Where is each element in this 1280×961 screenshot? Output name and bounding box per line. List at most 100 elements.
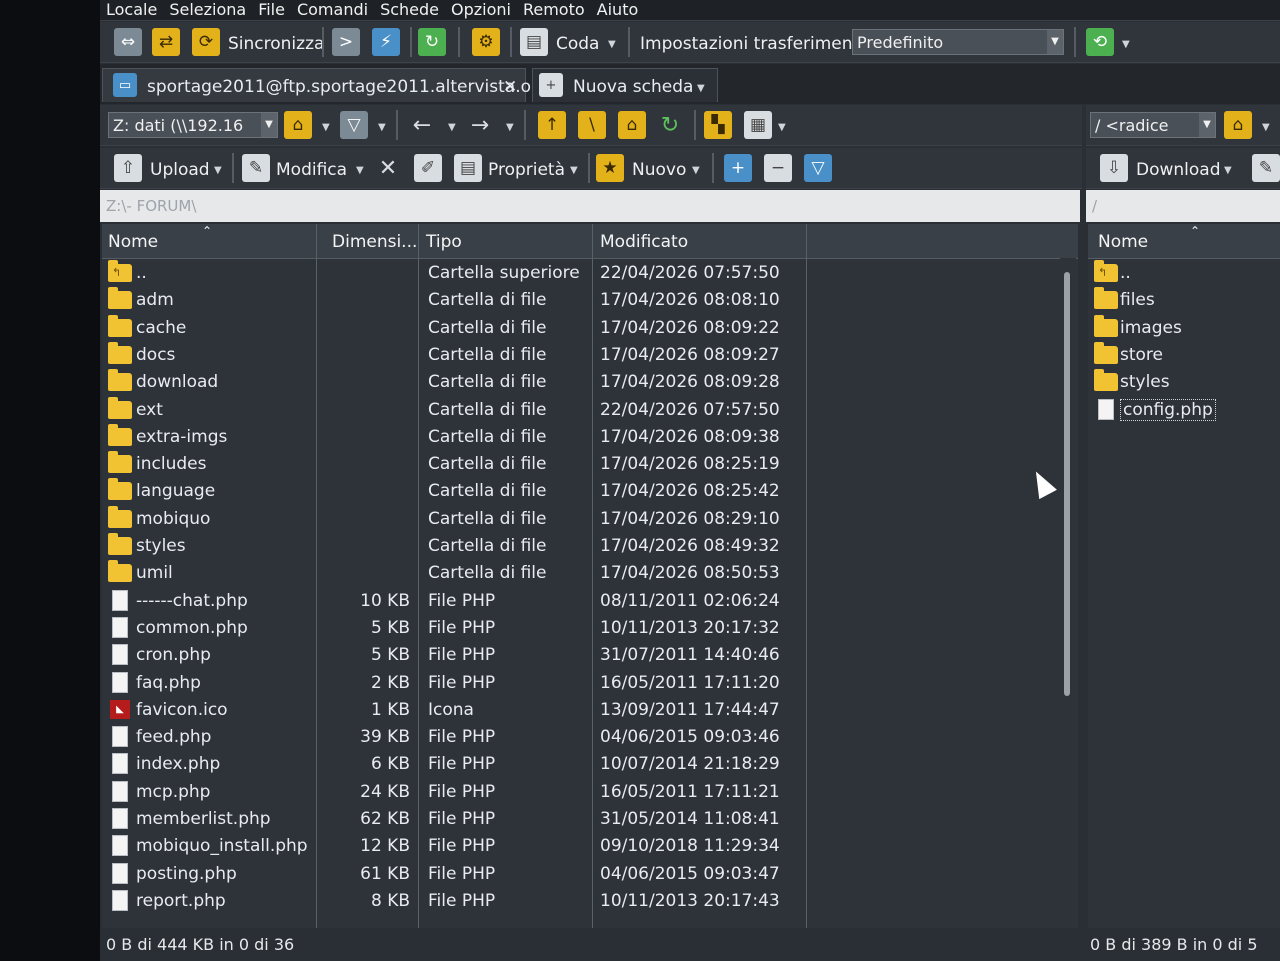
chevron-down-icon[interactable]: ▼: [1224, 165, 1232, 176]
chevron-down-icon[interactable]: ▼: [1262, 122, 1270, 133]
table-row[interactable]: styles: [1088, 369, 1268, 396]
table-row[interactable]: includes Cartella di file 17/04/2026 08:25…: [102, 451, 1062, 478]
new-button[interactable]: Nuovo: [632, 160, 686, 180]
table-row[interactable]: report.php 8 KB File PHP 10/11/2013 20:17:4…: [102, 888, 1062, 915]
edit-icon[interactable]: ✎: [242, 154, 270, 182]
menu-comandi[interactable]: Comandi: [291, 1, 374, 19]
table-row[interactable]: mobiquo Cartella di file 17/04/2026 08:29:…: [102, 505, 1062, 533]
tab-new[interactable]: + Nuova scheda ▼: [532, 68, 718, 102]
chevron-down-icon[interactable]: ▼: [608, 39, 616, 50]
menu-schede[interactable]: Schede: [374, 1, 445, 19]
chevron-down-icon[interactable]: ▼: [1122, 39, 1130, 50]
column-modified[interactable]: Modificato: [600, 232, 688, 252]
menu-file[interactable]: File: [252, 1, 291, 19]
synchronize-icon[interactable]: ⟳: [192, 28, 220, 56]
refresh-icon[interactable]: ↻: [418, 28, 446, 56]
column-divider[interactable]: [806, 224, 807, 258]
local-scrollbar-thumb[interactable]: [1064, 272, 1070, 696]
queue-icon[interactable]: ▤: [520, 28, 548, 56]
root-dir-icon[interactable]: \: [578, 111, 606, 139]
table-row[interactable]: styles Cartella di file 17/04/2026 08:49:3…: [102, 533, 1062, 560]
table-row[interactable]: extra-imgs Cartella di file 17/04/2026 08:…: [102, 423, 1062, 451]
synchronize-button[interactable]: Sincronizza: [228, 34, 324, 54]
queue-button[interactable]: Coda: [556, 34, 599, 54]
refresh-icon[interactable]: ↻: [656, 111, 684, 139]
chevron-down-icon[interactable]: ▼: [378, 122, 386, 133]
edit-button[interactable]: Modifica: [276, 160, 347, 180]
tree-icon[interactable]: ▚: [704, 111, 732, 139]
remote-path[interactable]: /: [1086, 190, 1280, 222]
rename-icon[interactable]: ✐: [414, 154, 442, 182]
chevron-down-icon[interactable]: ▼: [356, 165, 364, 176]
local-path[interactable]: Z:\- FORUM\: [100, 190, 1080, 222]
table-row[interactable]: ↰.. Cartella superiore 22/04/2026 07:57:50: [102, 260, 1062, 287]
gear-icon[interactable]: ⚙: [472, 28, 500, 56]
table-row[interactable]: feed.php 39 KB File PHP 04/06/2015 09:03:46: [102, 724, 1062, 751]
table-row[interactable]: ◣ favicon.ico 1 KB Icona 13/09/2011 17:44:47: [102, 697, 1062, 724]
edit-icon[interactable]: ✎: [1252, 154, 1280, 182]
table-row[interactable]: adm Cartella di file 17/04/2026 08:08:10: [102, 287, 1062, 314]
table-row[interactable]: mcp.php 24 KB File PHP 16/05/2011 17:11:21: [102, 779, 1062, 806]
compare-dirs-icon[interactable]: ⇔: [114, 28, 142, 56]
table-row[interactable]: cache Cartella di file 17/04/2026 08:09:22: [102, 314, 1062, 342]
parent-dir-icon[interactable]: ↑: [538, 111, 566, 139]
chevron-down-icon[interactable]: ▼: [322, 122, 330, 133]
table-row[interactable]: posting.php 61 KB File PHP 04/06/2015 09:03…: [102, 861, 1062, 888]
open-folder-icon[interactable]: ⌂: [284, 111, 312, 139]
column-divider[interactable]: [418, 224, 419, 258]
chevron-down-icon[interactable]: ▼: [570, 165, 578, 176]
chevron-down-icon[interactable]: ▼: [214, 165, 222, 176]
table-row[interactable]: common.php 5 KB File PHP 10/11/2013 20:17:3…: [102, 615, 1062, 642]
table-row[interactable]: language Cartella di file 17/04/2026 08:25…: [102, 478, 1062, 505]
transfer-preset-select[interactable]: Predefinito ▼: [852, 29, 1064, 55]
column-divider[interactable]: [592, 224, 593, 258]
chevron-down-icon[interactable]: ▼: [1047, 30, 1063, 54]
home-icon[interactable]: ⌂: [618, 111, 646, 139]
chevron-down-icon[interactable]: ▼: [506, 122, 514, 133]
chevron-down-icon[interactable]: ▼: [692, 165, 700, 176]
table-row[interactable]: ↰..: [1088, 260, 1268, 287]
delete-icon[interactable]: ✕: [374, 154, 402, 182]
open-folder-icon[interactable]: ⌂: [1224, 111, 1252, 139]
chevron-down-icon[interactable]: ▼: [697, 83, 705, 94]
menu-remoto[interactable]: Remoto: [517, 1, 591, 19]
menu-opzioni[interactable]: Opzioni: [445, 1, 517, 19]
properties-icon[interactable]: ▤: [454, 154, 482, 182]
upload-icon[interactable]: ⇧: [114, 154, 142, 182]
table-row[interactable]: files: [1088, 287, 1268, 314]
download-icon[interactable]: ⇩: [1100, 154, 1128, 182]
table-row[interactable]: config.php: [1088, 397, 1268, 424]
table-row[interactable]: cron.php 5 KB File PHP 31/07/2011 14:40:46: [102, 642, 1062, 669]
reconnect-icon[interactable]: ⟲: [1086, 28, 1114, 56]
view-list-icon[interactable]: ▦: [744, 111, 772, 139]
chevron-down-icon[interactable]: ▼: [261, 113, 277, 137]
table-row[interactable]: download Cartella di file 17/04/2026 08:09…: [102, 369, 1062, 396]
column-name[interactable]: Nome: [1098, 232, 1148, 252]
console-icon[interactable]: >: [332, 28, 360, 56]
local-scrollbar[interactable]: [1060, 258, 1076, 928]
table-row[interactable]: images: [1088, 314, 1268, 342]
upload-button[interactable]: Upload: [150, 160, 210, 180]
sync-browse-icon[interactable]: ⇄: [152, 28, 180, 56]
menu-aiuto[interactable]: Aiuto: [591, 1, 645, 19]
table-row[interactable]: mobiquo_install.php 12 KB File PHP 09/10/20…: [102, 833, 1062, 860]
column-type[interactable]: Tipo: [426, 232, 462, 252]
putty-icon[interactable]: ⚡: [372, 28, 400, 56]
download-button[interactable]: Download: [1136, 160, 1221, 180]
chevron-down-icon[interactable]: ▼: [778, 122, 786, 133]
table-row[interactable]: ------chat.php 10 KB File PHP 08/11/2011 02…: [102, 588, 1062, 615]
column-name[interactable]: Nome: [108, 232, 158, 252]
deselect-icon[interactable]: −: [764, 154, 792, 182]
table-row[interactable]: memberlist.php 62 KB File PHP 31/05/2014 11…: [102, 806, 1062, 833]
back-arrow-icon[interactable]: ←: [408, 111, 436, 139]
table-row[interactable]: index.php 6 KB File PHP 10/07/2014 21:18:29: [102, 751, 1062, 778]
forward-arrow-icon[interactable]: →: [466, 111, 494, 139]
menu-locale[interactable]: Locale: [100, 1, 163, 19]
chevron-down-icon[interactable]: ▼: [1199, 113, 1215, 137]
filter-select-icon[interactable]: ▽: [804, 154, 832, 182]
select-all-icon[interactable]: +: [724, 154, 752, 182]
local-drive-select[interactable]: Z: dati (\\192.1​6 ▼: [108, 112, 278, 138]
table-row[interactable]: faq.php 2 KB File PHP 16/05/2011 17:11:20: [102, 670, 1062, 697]
chevron-down-icon[interactable]: ▼: [448, 122, 456, 133]
table-row[interactable]: docs Cartella di file 17/04/2026 08:09:27: [102, 341, 1062, 369]
